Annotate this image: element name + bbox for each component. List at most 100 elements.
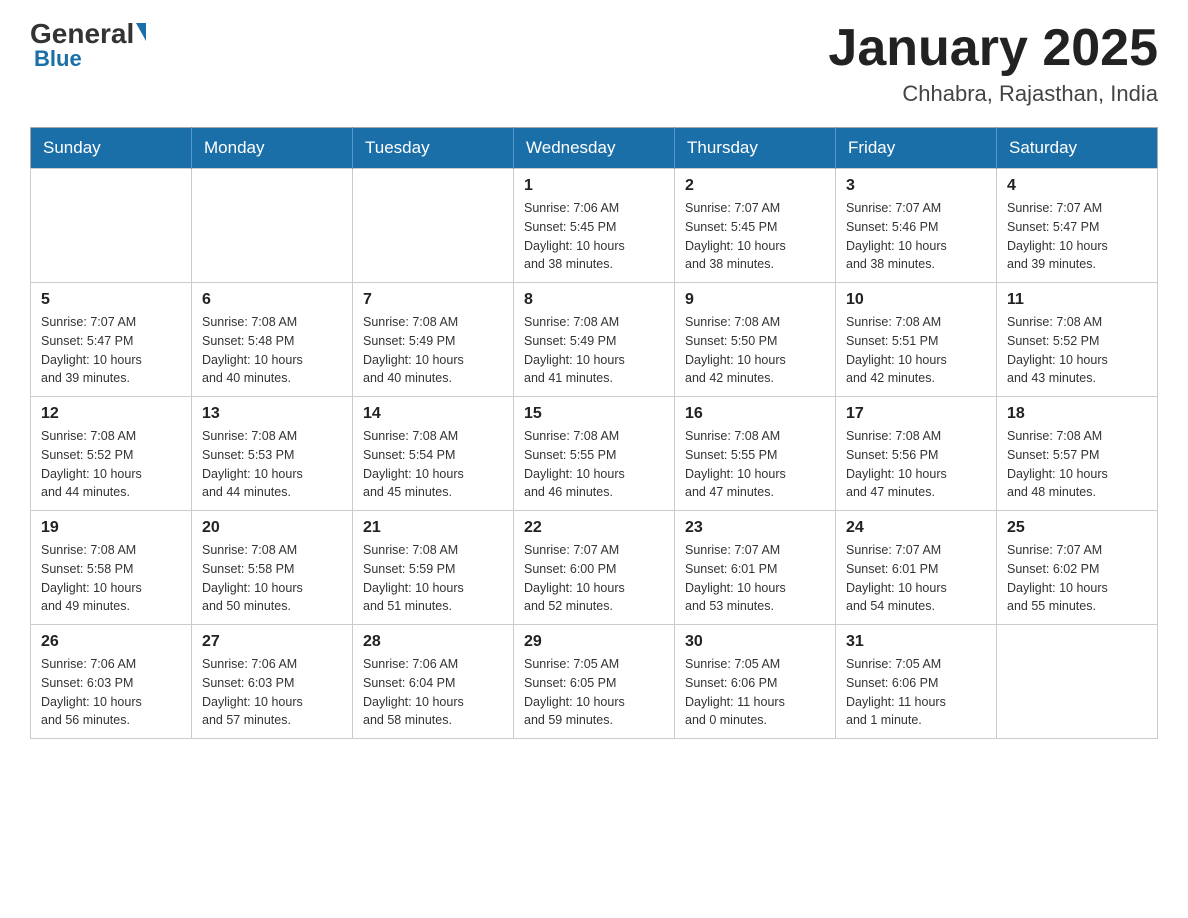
calendar-cell: 17Sunrise: 7:08 AM Sunset: 5:56 PM Dayli…	[836, 397, 997, 511]
day-number: 27	[202, 633, 342, 651]
day-info: Sunrise: 7:08 AM Sunset: 5:51 PM Dayligh…	[846, 313, 986, 388]
header-tuesday: Tuesday	[353, 128, 514, 169]
calendar-cell: 24 Sunrise: 7:07 AM Sunset: 6:01 PM Dayli…	[836, 511, 997, 625]
calendar-cell: 20 Sunrise: 7:08 AM Sunset: 5:58 PM Dayli…	[192, 511, 353, 625]
day-number: 25	[1007, 519, 1147, 537]
day-number: 14	[363, 405, 503, 423]
location-subtitle: Chhabra, Rajasthan, India	[828, 81, 1158, 107]
day-info: Sunrise: 7:05 AM Sunset: 6:06 PM Dayligh…	[846, 655, 986, 730]
day-info: Sunrise: 7:08 AM Sunset: 5:50 PM Dayligh…	[685, 313, 825, 388]
calendar-cell: 16Sunrise: 7:08 AM Sunset: 5:55 PM Dayli…	[675, 397, 836, 511]
calendar-week-row: 5Sunrise: 7:07 AM Sunset: 5:47 PM Daylig…	[31, 283, 1158, 397]
calendar-cell: 1Sunrise: 7:06 AM Sunset: 5:45 PM Daylig…	[514, 169, 675, 283]
day-number: 21	[363, 519, 503, 537]
day-info: Sunrise: 7:07 AM Sunset: 5:45 PM Dayligh…	[685, 199, 825, 274]
header-monday: Monday	[192, 128, 353, 169]
calendar-cell	[192, 169, 353, 283]
calendar-cell: 22 Sunrise: 7:07 AM Sunset: 6:00 PM Dayli…	[514, 511, 675, 625]
calendar-cell: 3 Sunrise: 7:07 AM Sunset: 5:46 PM Daylig…	[836, 169, 997, 283]
calendar-cell: 30 Sunrise: 7:05 AM Sunset: 6:06 PM Dayli…	[675, 625, 836, 739]
header-saturday: Saturday	[997, 128, 1158, 169]
day-info: Sunrise: 7:07 AM Sunset: 5:46 PM Dayligh…	[846, 199, 986, 274]
day-number: 19	[41, 519, 181, 537]
day-info: Sunrise: 7:06 AM Sunset: 6:03 PM Dayligh…	[202, 655, 342, 730]
day-number: 7	[363, 291, 503, 309]
day-info: Sunrise: 7:06 AM Sunset: 6:03 PM Dayligh…	[41, 655, 181, 730]
day-info: Sunrise: 7:08 AM Sunset: 5:56 PM Dayligh…	[846, 427, 986, 502]
day-number: 20	[202, 519, 342, 537]
logo-general-text: General	[30, 20, 146, 48]
calendar-cell: 6 Sunrise: 7:08 AM Sunset: 5:48 PM Daylig…	[192, 283, 353, 397]
day-number: 28	[363, 633, 503, 651]
calendar-cell: 31 Sunrise: 7:05 AM Sunset: 6:06 PM Dayli…	[836, 625, 997, 739]
day-number: 15	[524, 405, 664, 423]
day-info: Sunrise: 7:08 AM Sunset: 5:52 PM Dayligh…	[1007, 313, 1147, 388]
calendar-cell: 19 Sunrise: 7:08 AM Sunset: 5:58 PM Dayli…	[31, 511, 192, 625]
day-number: 13	[202, 405, 342, 423]
calendar-cell: 15 Sunrise: 7:08 AM Sunset: 5:55 PM Dayli…	[514, 397, 675, 511]
day-number: 4	[1007, 177, 1147, 195]
calendar-cell: 8Sunrise: 7:08 AM Sunset: 5:49 PM Daylig…	[514, 283, 675, 397]
day-info: Sunrise: 7:08 AM Sunset: 5:48 PM Dayligh…	[202, 313, 342, 388]
header-sunday: Sunday	[31, 128, 192, 169]
day-number: 31	[846, 633, 986, 651]
calendar-cell: 26 Sunrise: 7:06 AM Sunset: 6:03 PM Dayli…	[31, 625, 192, 739]
logo-arrow-icon	[136, 23, 146, 41]
calendar-cell: 27 Sunrise: 7:06 AM Sunset: 6:03 PM Dayli…	[192, 625, 353, 739]
day-number: 24	[846, 519, 986, 537]
day-info: Sunrise: 7:07 AM Sunset: 6:01 PM Dayligh…	[685, 541, 825, 616]
calendar-cell: 23 Sunrise: 7:07 AM Sunset: 6:01 PM Dayli…	[675, 511, 836, 625]
day-number: 10	[846, 291, 986, 309]
day-info: Sunrise: 7:07 AM Sunset: 6:02 PM Dayligh…	[1007, 541, 1147, 616]
day-info: Sunrise: 7:08 AM Sunset: 5:52 PM Dayligh…	[41, 427, 181, 502]
calendar-cell: 25 Sunrise: 7:07 AM Sunset: 6:02 PM Dayli…	[997, 511, 1158, 625]
header-friday: Friday	[836, 128, 997, 169]
calendar-cell: 7 Sunrise: 7:08 AM Sunset: 5:49 PM Daylig…	[353, 283, 514, 397]
day-info: Sunrise: 7:08 AM Sunset: 5:58 PM Dayligh…	[41, 541, 181, 616]
day-info: Sunrise: 7:08 AM Sunset: 5:49 PM Dayligh…	[524, 313, 664, 388]
calendar-week-row: 12 Sunrise: 7:08 AM Sunset: 5:52 PM Dayli…	[31, 397, 1158, 511]
day-number: 12	[41, 405, 181, 423]
day-info: Sunrise: 7:08 AM Sunset: 5:55 PM Dayligh…	[524, 427, 664, 502]
calendar-header-row: SundayMondayTuesdayWednesdayThursdayFrid…	[31, 128, 1158, 169]
day-number: 30	[685, 633, 825, 651]
day-number: 6	[202, 291, 342, 309]
day-number: 23	[685, 519, 825, 537]
day-info: Sunrise: 7:08 AM Sunset: 5:57 PM Dayligh…	[1007, 427, 1147, 502]
day-info: Sunrise: 7:08 AM Sunset: 5:55 PM Dayligh…	[685, 427, 825, 502]
calendar-cell: 5Sunrise: 7:07 AM Sunset: 5:47 PM Daylig…	[31, 283, 192, 397]
day-info: Sunrise: 7:07 AM Sunset: 6:00 PM Dayligh…	[524, 541, 664, 616]
day-info: Sunrise: 7:07 AM Sunset: 6:01 PM Dayligh…	[846, 541, 986, 616]
calendar-week-row: 26 Sunrise: 7:06 AM Sunset: 6:03 PM Dayli…	[31, 625, 1158, 739]
day-info: Sunrise: 7:07 AM Sunset: 5:47 PM Dayligh…	[1007, 199, 1147, 274]
day-info: Sunrise: 7:07 AM Sunset: 5:47 PM Dayligh…	[41, 313, 181, 388]
day-number: 2	[685, 177, 825, 195]
day-info: Sunrise: 7:08 AM Sunset: 5:58 PM Dayligh…	[202, 541, 342, 616]
logo-blue-text: Blue	[34, 46, 82, 72]
calendar-cell: 14Sunrise: 7:08 AM Sunset: 5:54 PM Dayli…	[353, 397, 514, 511]
day-number: 22	[524, 519, 664, 537]
day-number: 3	[846, 177, 986, 195]
calendar-cell: 10 Sunrise: 7:08 AM Sunset: 5:51 PM Dayli…	[836, 283, 997, 397]
calendar-cell: 29 Sunrise: 7:05 AM Sunset: 6:05 PM Dayli…	[514, 625, 675, 739]
logo: General Blue	[30, 20, 146, 72]
day-info: Sunrise: 7:08 AM Sunset: 5:59 PM Dayligh…	[363, 541, 503, 616]
day-number: 26	[41, 633, 181, 651]
calendar-cell: 11 Sunrise: 7:08 AM Sunset: 5:52 PM Dayli…	[997, 283, 1158, 397]
day-info: Sunrise: 7:06 AM Sunset: 6:04 PM Dayligh…	[363, 655, 503, 730]
calendar-week-row: 1Sunrise: 7:06 AM Sunset: 5:45 PM Daylig…	[31, 169, 1158, 283]
calendar-cell: 18 Sunrise: 7:08 AM Sunset: 5:57 PM Dayli…	[997, 397, 1158, 511]
day-number: 11	[1007, 291, 1147, 309]
day-info: Sunrise: 7:05 AM Sunset: 6:05 PM Dayligh…	[524, 655, 664, 730]
page-header: General Blue January 2025 Chhabra, Rajas…	[30, 20, 1158, 107]
day-number: 29	[524, 633, 664, 651]
calendar-cell: 21 Sunrise: 7:08 AM Sunset: 5:59 PM Dayli…	[353, 511, 514, 625]
day-info: Sunrise: 7:05 AM Sunset: 6:06 PM Dayligh…	[685, 655, 825, 730]
calendar-title: January 2025	[828, 20, 1158, 77]
title-section: January 2025 Chhabra, Rajasthan, India	[828, 20, 1158, 107]
day-number: 18	[1007, 405, 1147, 423]
header-thursday: Thursday	[675, 128, 836, 169]
day-info: Sunrise: 7:08 AM Sunset: 5:53 PM Dayligh…	[202, 427, 342, 502]
calendar-cell	[353, 169, 514, 283]
day-info: Sunrise: 7:08 AM Sunset: 5:49 PM Dayligh…	[363, 313, 503, 388]
